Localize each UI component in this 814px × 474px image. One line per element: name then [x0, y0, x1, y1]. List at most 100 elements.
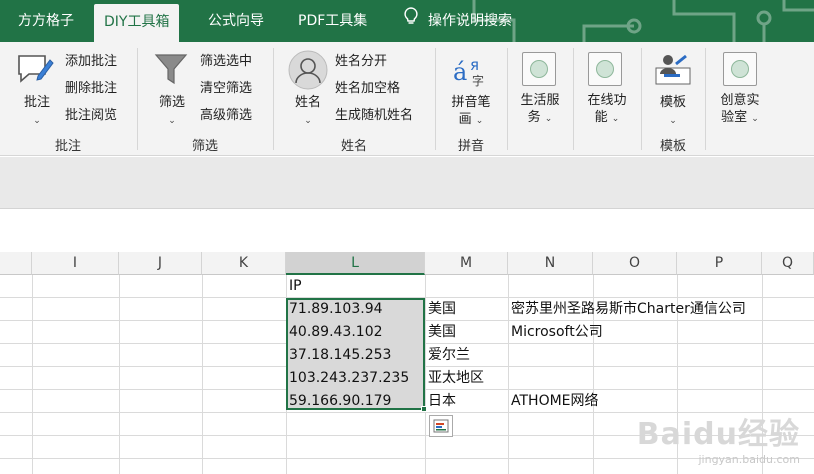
watermark-url: jingyan.baidu.com — [698, 453, 800, 466]
collapsed-area — [0, 157, 814, 209]
pinyin-label-line1: 拼音笔 — [451, 95, 491, 110]
pinyin-stroke-button[interactable]: 拼音笔画 ⌄ — [442, 94, 500, 130]
lightbulb-icon — [404, 0, 418, 42]
group-label-pinyin: 拼音 — [457, 139, 484, 154]
cell-m-region[interactable]: 美国 — [425, 321, 456, 343]
creative-lab-button[interactable]: 创意实验室 ⌄ — [708, 92, 772, 128]
pinyin-label-line2: 画 — [458, 112, 472, 127]
filter-button[interactable]: 筛选 ⌄ — [150, 94, 194, 130]
template-label: 模板 — [659, 95, 686, 110]
group-life-services: 生活服务 ⌄ — [508, 42, 572, 156]
template-button[interactable]: 模板 ⌄ — [648, 94, 698, 130]
tab-fangfanggezi[interactable]: 方方格子 — [8, 0, 84, 42]
chevron-down-icon: ⌄ — [751, 114, 759, 124]
chevron-down-icon: ⌄ — [168, 116, 176, 126]
cell-m-region[interactable]: 日本 — [425, 390, 456, 412]
group-annotate: 批注 ⌄ 添加批注 删除批注 批注阅览 批注 — [0, 42, 136, 156]
column-header-l[interactable]: L — [286, 252, 425, 275]
gridline — [202, 275, 203, 474]
browse-comments-button[interactable]: 批注阅览 — [65, 108, 117, 124]
creative-lab-icon — [723, 52, 757, 86]
chevron-down-icon: ⌄ — [544, 114, 553, 124]
column-header-q[interactable]: Q — [762, 252, 814, 275]
cell-l-ip[interactable]: 71.89.103.94 — [286, 298, 383, 320]
cell-l-ip[interactable]: 103.243.237.235 — [286, 367, 409, 389]
group-pinyin: áя字 拼音笔画 ⌄ 拼音 — [436, 42, 506, 156]
life-services-icon — [522, 52, 556, 86]
tell-me-search[interactable]: 操作说明搜索 — [394, 0, 522, 42]
random-name-button[interactable]: 生成随机姓名 — [335, 108, 413, 124]
add-comment-button[interactable]: 添加批注 — [65, 54, 117, 70]
cell-n-isp[interactable]: Microsoft公司 — [508, 321, 603, 343]
group-template: 模板 ⌄ 模板 — [642, 42, 704, 156]
group-name: 姓名 ⌄ 姓名分开 姓名加空格 生成随机姓名 姓名 — [274, 42, 434, 156]
cell-m-region[interactable]: 美国 — [425, 298, 456, 320]
group-label-name: 姓名 — [340, 139, 367, 154]
column-header-k[interactable]: K — [202, 252, 286, 275]
person-avatar-icon — [288, 50, 328, 94]
online-label-line1: 在线功 — [587, 93, 627, 108]
column-header-o[interactable]: O — [593, 252, 677, 275]
lab-label-line2: 验室 — [721, 110, 748, 125]
corner-header[interactable] — [0, 252, 32, 275]
cell-l-ip[interactable]: 40.89.43.102 — [286, 321, 383, 343]
online-label-line2: 能 — [594, 110, 608, 125]
pinyin-icon: áя字 — [452, 52, 490, 92]
cell-m-region[interactable]: 亚太地区 — [425, 367, 484, 389]
advanced-filter-button[interactable]: 高级筛选 — [200, 108, 252, 124]
filter-label: 筛选 — [158, 95, 185, 110]
chevron-down-icon: ⌄ — [33, 116, 41, 126]
group-creative-lab: 创意实验室 ⌄ — [706, 42, 774, 156]
group-filter: 筛选 ⌄ 筛选选中 清空筛选 高级筛选 筛选 — [138, 42, 272, 156]
cell-l-ip[interactable]: 37.18.145.253 — [286, 344, 391, 366]
svg-text:字: 字 — [472, 73, 484, 88]
svg-text:я: я — [470, 56, 479, 74]
life-label-line2: 务 — [527, 110, 541, 125]
group-label-filter: 筛选 — [191, 139, 218, 154]
name-label: 姓名 — [294, 95, 321, 110]
column-header-m[interactable]: M — [425, 252, 508, 275]
chevron-down-icon: ⌄ — [475, 116, 484, 126]
column-header-i[interactable]: I — [32, 252, 119, 275]
baidu-jingyan-watermark: Baidu经验 jingyan.baidu.com — [637, 409, 800, 466]
group-label-template: 模板 — [659, 139, 686, 154]
online-functions-icon — [588, 52, 622, 86]
cell-m-region[interactable]: 爱尔兰 — [425, 344, 470, 366]
watermark-logo-text: Baidu经验 — [636, 417, 800, 452]
name-add-space-button[interactable]: 姓名加空格 — [335, 81, 400, 97]
gridline — [32, 275, 33, 474]
lab-label-line1: 创意实 — [720, 93, 760, 108]
ribbon-tab-bar: 方方格子 DIY工具箱 公式向导 PDF工具集 操作说明搜索 — [0, 0, 814, 42]
column-header-n[interactable]: N — [508, 252, 593, 275]
cell-n-isp[interactable]: 密苏里州圣路易斯市Charter通信公司 — [508, 298, 746, 320]
tab-pdf-tools[interactable]: PDF工具集 — [288, 0, 377, 42]
split-name-button[interactable]: 姓名分开 — [335, 54, 387, 70]
clear-filter-button[interactable]: 清空筛选 — [200, 81, 252, 97]
annotate-button[interactable]: 批注 ⌄ — [14, 94, 60, 130]
comment-icon — [16, 52, 54, 92]
filter-selected-button[interactable]: 筛选选中 — [200, 54, 252, 70]
online-functions-button[interactable]: 在线功能 ⌄ — [576, 92, 638, 128]
name-button[interactable]: 姓名 ⌄ — [286, 94, 330, 130]
column-header-j[interactable]: J — [119, 252, 202, 275]
quick-analysis-icon[interactable] — [429, 415, 453, 437]
life-services-button[interactable]: 生活服务 ⌄ — [510, 92, 570, 128]
column-header-p[interactable]: P — [677, 252, 762, 275]
chevron-down-icon: ⌄ — [304, 116, 312, 126]
cell-l-header[interactable]: IP — [286, 275, 302, 297]
life-label-line1: 生活服 — [520, 93, 560, 108]
search-label: 操作说明搜索 — [428, 13, 512, 29]
group-online-functions: 在线功能 ⌄ — [574, 42, 640, 156]
delete-comment-button[interactable]: 删除批注 — [65, 81, 117, 97]
tab-diy-toolbox[interactable]: DIY工具箱 — [94, 4, 180, 42]
cell-l-ip[interactable]: 59.166.90.179 — [286, 390, 391, 412]
tab-formula-wizard[interactable]: 公式向导 — [198, 0, 274, 42]
chevron-down-icon: ⌄ — [611, 114, 620, 124]
group-label-annotate: 批注 — [54, 139, 81, 154]
gridline — [119, 275, 120, 474]
annotate-label: 批注 — [23, 95, 50, 110]
ribbon: 批注 ⌄ 添加批注 删除批注 批注阅览 批注 筛选 ⌄ 筛选选中 清空筛选 高级筛选… — [0, 42, 814, 156]
blank-area — [0, 210, 814, 252]
cell-n-isp[interactable]: ATHOME网络 — [508, 390, 599, 412]
svg-text:á: á — [453, 58, 467, 86]
